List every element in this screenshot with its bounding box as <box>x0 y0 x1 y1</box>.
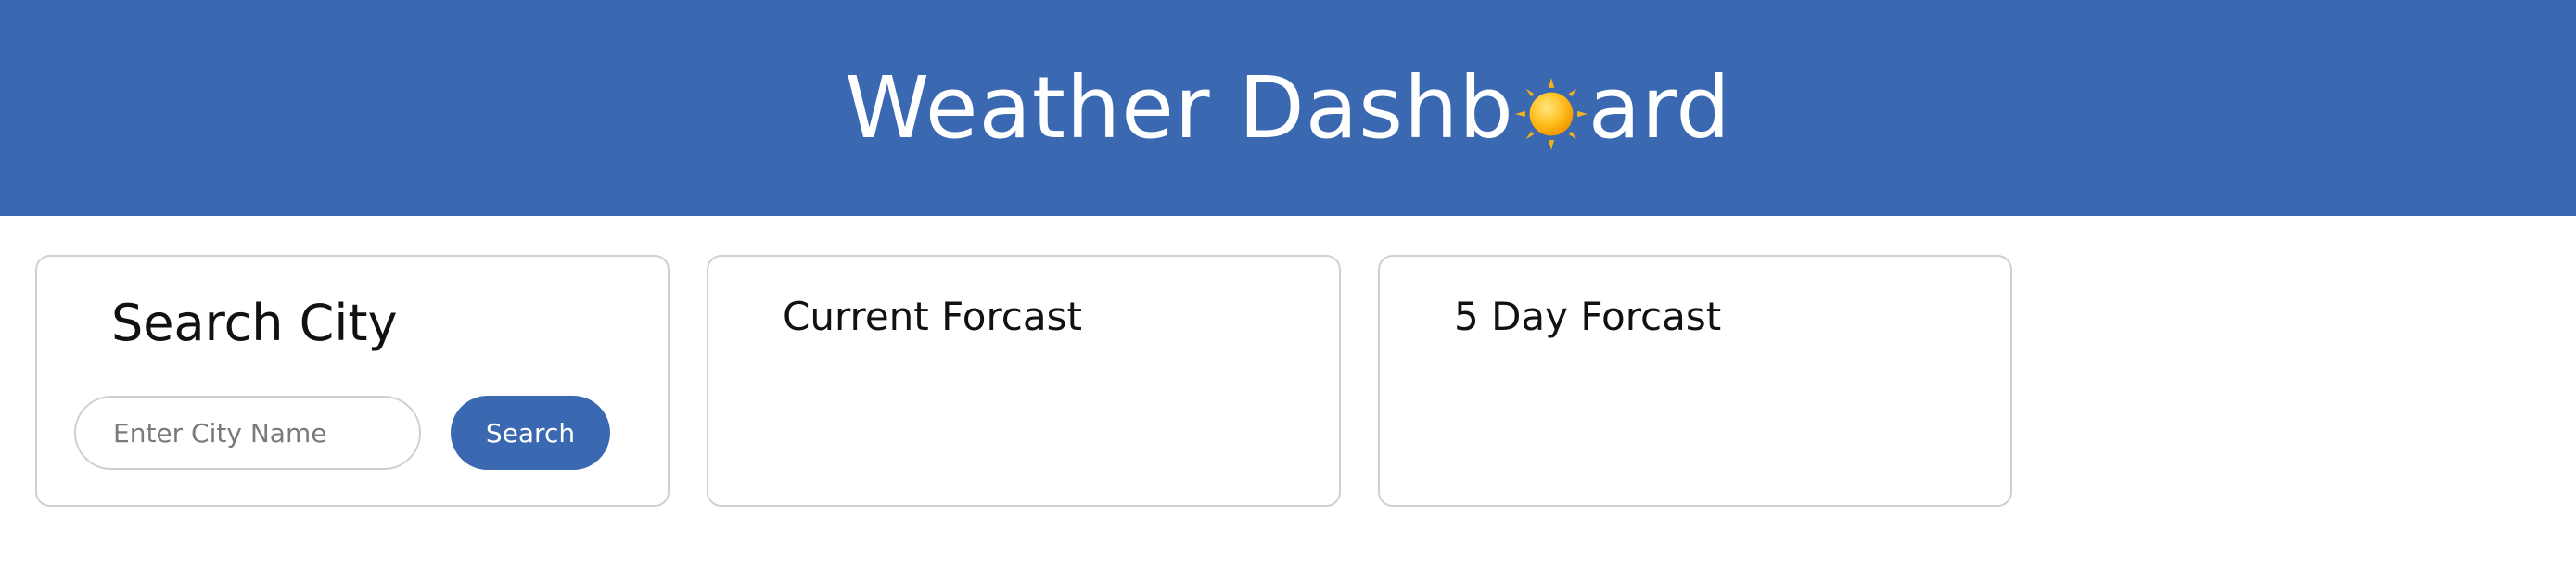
header-banner: Weather Dashb ard <box>0 0 2576 216</box>
city-search-input[interactable] <box>74 396 421 470</box>
five-day-forecast-card: 5 Day Forcast <box>1378 255 2012 507</box>
search-city-heading: Search City <box>111 294 398 352</box>
five-day-forecast-heading: 5 Day Forcast <box>1454 294 1722 339</box>
current-forecast-heading: Current Forcast <box>783 294 1082 339</box>
page-title: Weather Dashb ard <box>0 0 2576 216</box>
title-text-end: ard <box>1588 58 1731 158</box>
search-city-card: Search City Search <box>35 255 670 507</box>
title-text-start: Weather Dashb <box>845 58 1514 158</box>
current-forecast-card: Current Forcast <box>707 255 1341 507</box>
search-button[interactable]: Search <box>451 396 610 470</box>
sun-icon <box>1514 77 1588 150</box>
